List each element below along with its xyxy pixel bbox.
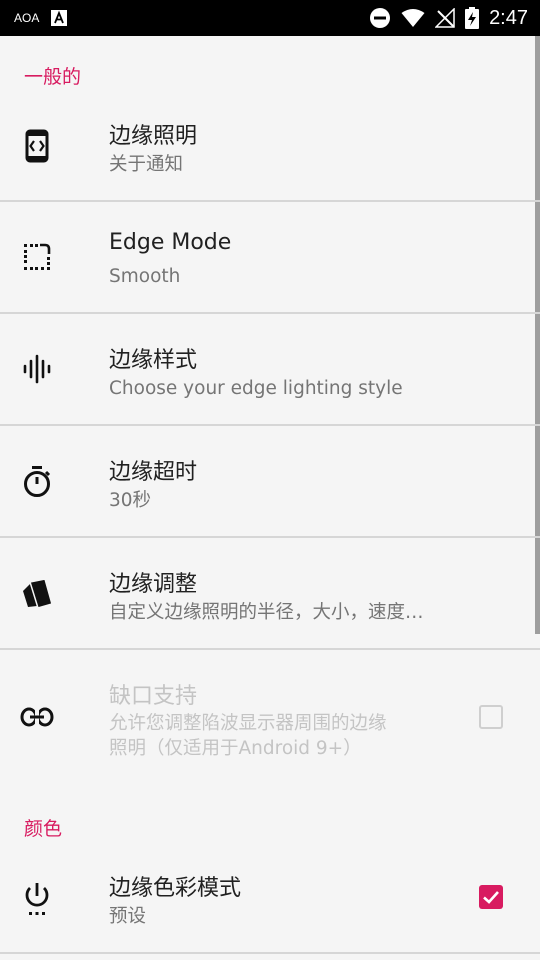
edge-screen-icon [18, 127, 56, 165]
setting-edge-mode[interactable]: Edge Mode Smooth [0, 202, 540, 314]
setting-title: 缺口支持 [109, 684, 198, 709]
cards-icon [18, 575, 56, 613]
dnd-icon [369, 7, 391, 29]
checkmark-icon [483, 891, 499, 904]
edge-color-mode-checkbox[interactable] [479, 885, 503, 909]
battery-charging-icon [465, 7, 480, 29]
notification-a-icon [51, 10, 68, 26]
setting-title: 边缘照明 [109, 124, 198, 149]
link-icon [18, 698, 56, 736]
setting-title: Edge Mode [109, 230, 232, 255]
setting-edge-timeout[interactable]: 边缘超时 30秒 [0, 426, 540, 538]
power-dots-icon [18, 880, 56, 918]
setting-edge-color-mode[interactable]: 边缘色彩模式 预设 [0, 842, 540, 954]
timer-icon [18, 463, 56, 501]
setting-title: 边缘色彩模式 [109, 876, 242, 901]
section-header-color: 颜色 [24, 818, 63, 840]
setting-summary-line-2: 照明（仅适用于Android 9+） [109, 738, 362, 759]
status-bar: AOA 2:47 [0, 0, 540, 36]
setting-title: 边缘调整 [109, 572, 198, 597]
setting-title: 边缘超时 [109, 460, 198, 485]
no-signal-icon [435, 8, 455, 28]
setting-summary: Smooth [109, 266, 181, 287]
setting-summary: 30秒 [109, 490, 152, 511]
setting-edge-style[interactable]: 边缘样式 Choose your edge lighting style [0, 314, 540, 426]
notch-support-checkbox[interactable] [479, 705, 503, 729]
setting-title: 边缘样式 [109, 348, 198, 373]
setting-summary: 关于通知 [109, 154, 184, 175]
setting-summary-line-1: 允许您调整陷波显示器周围的边缘 [109, 713, 387, 734]
wifi-icon [401, 8, 425, 28]
setting-summary: 预设 [109, 906, 147, 927]
dotted-corner-icon [18, 238, 56, 276]
setting-summary: 自定义边缘照明的半径，大小，速度… [109, 602, 424, 623]
setting-edge-lighting[interactable]: 边缘照明 关于通知 [0, 90, 540, 202]
setting-summary: Choose your edge lighting style [109, 378, 403, 399]
setting-notch-support[interactable]: 缺口支持 允许您调整陷波显示器周围的边缘 照明（仅适用于Android 9+） [0, 650, 540, 776]
waveform-icon [18, 350, 56, 388]
carrier-label: AOA [14, 11, 40, 25]
section-header-general: 一般的 [24, 66, 82, 88]
setting-edge-adjust[interactable]: 边缘调整 自定义边缘照明的半径，大小，速度… [0, 538, 540, 650]
clock: 2:47 [489, 6, 528, 29]
settings-list: 一般的 边缘照明 关于通知 Edge Mode Smooth 边缘样式 Choo… [0, 36, 540, 960]
